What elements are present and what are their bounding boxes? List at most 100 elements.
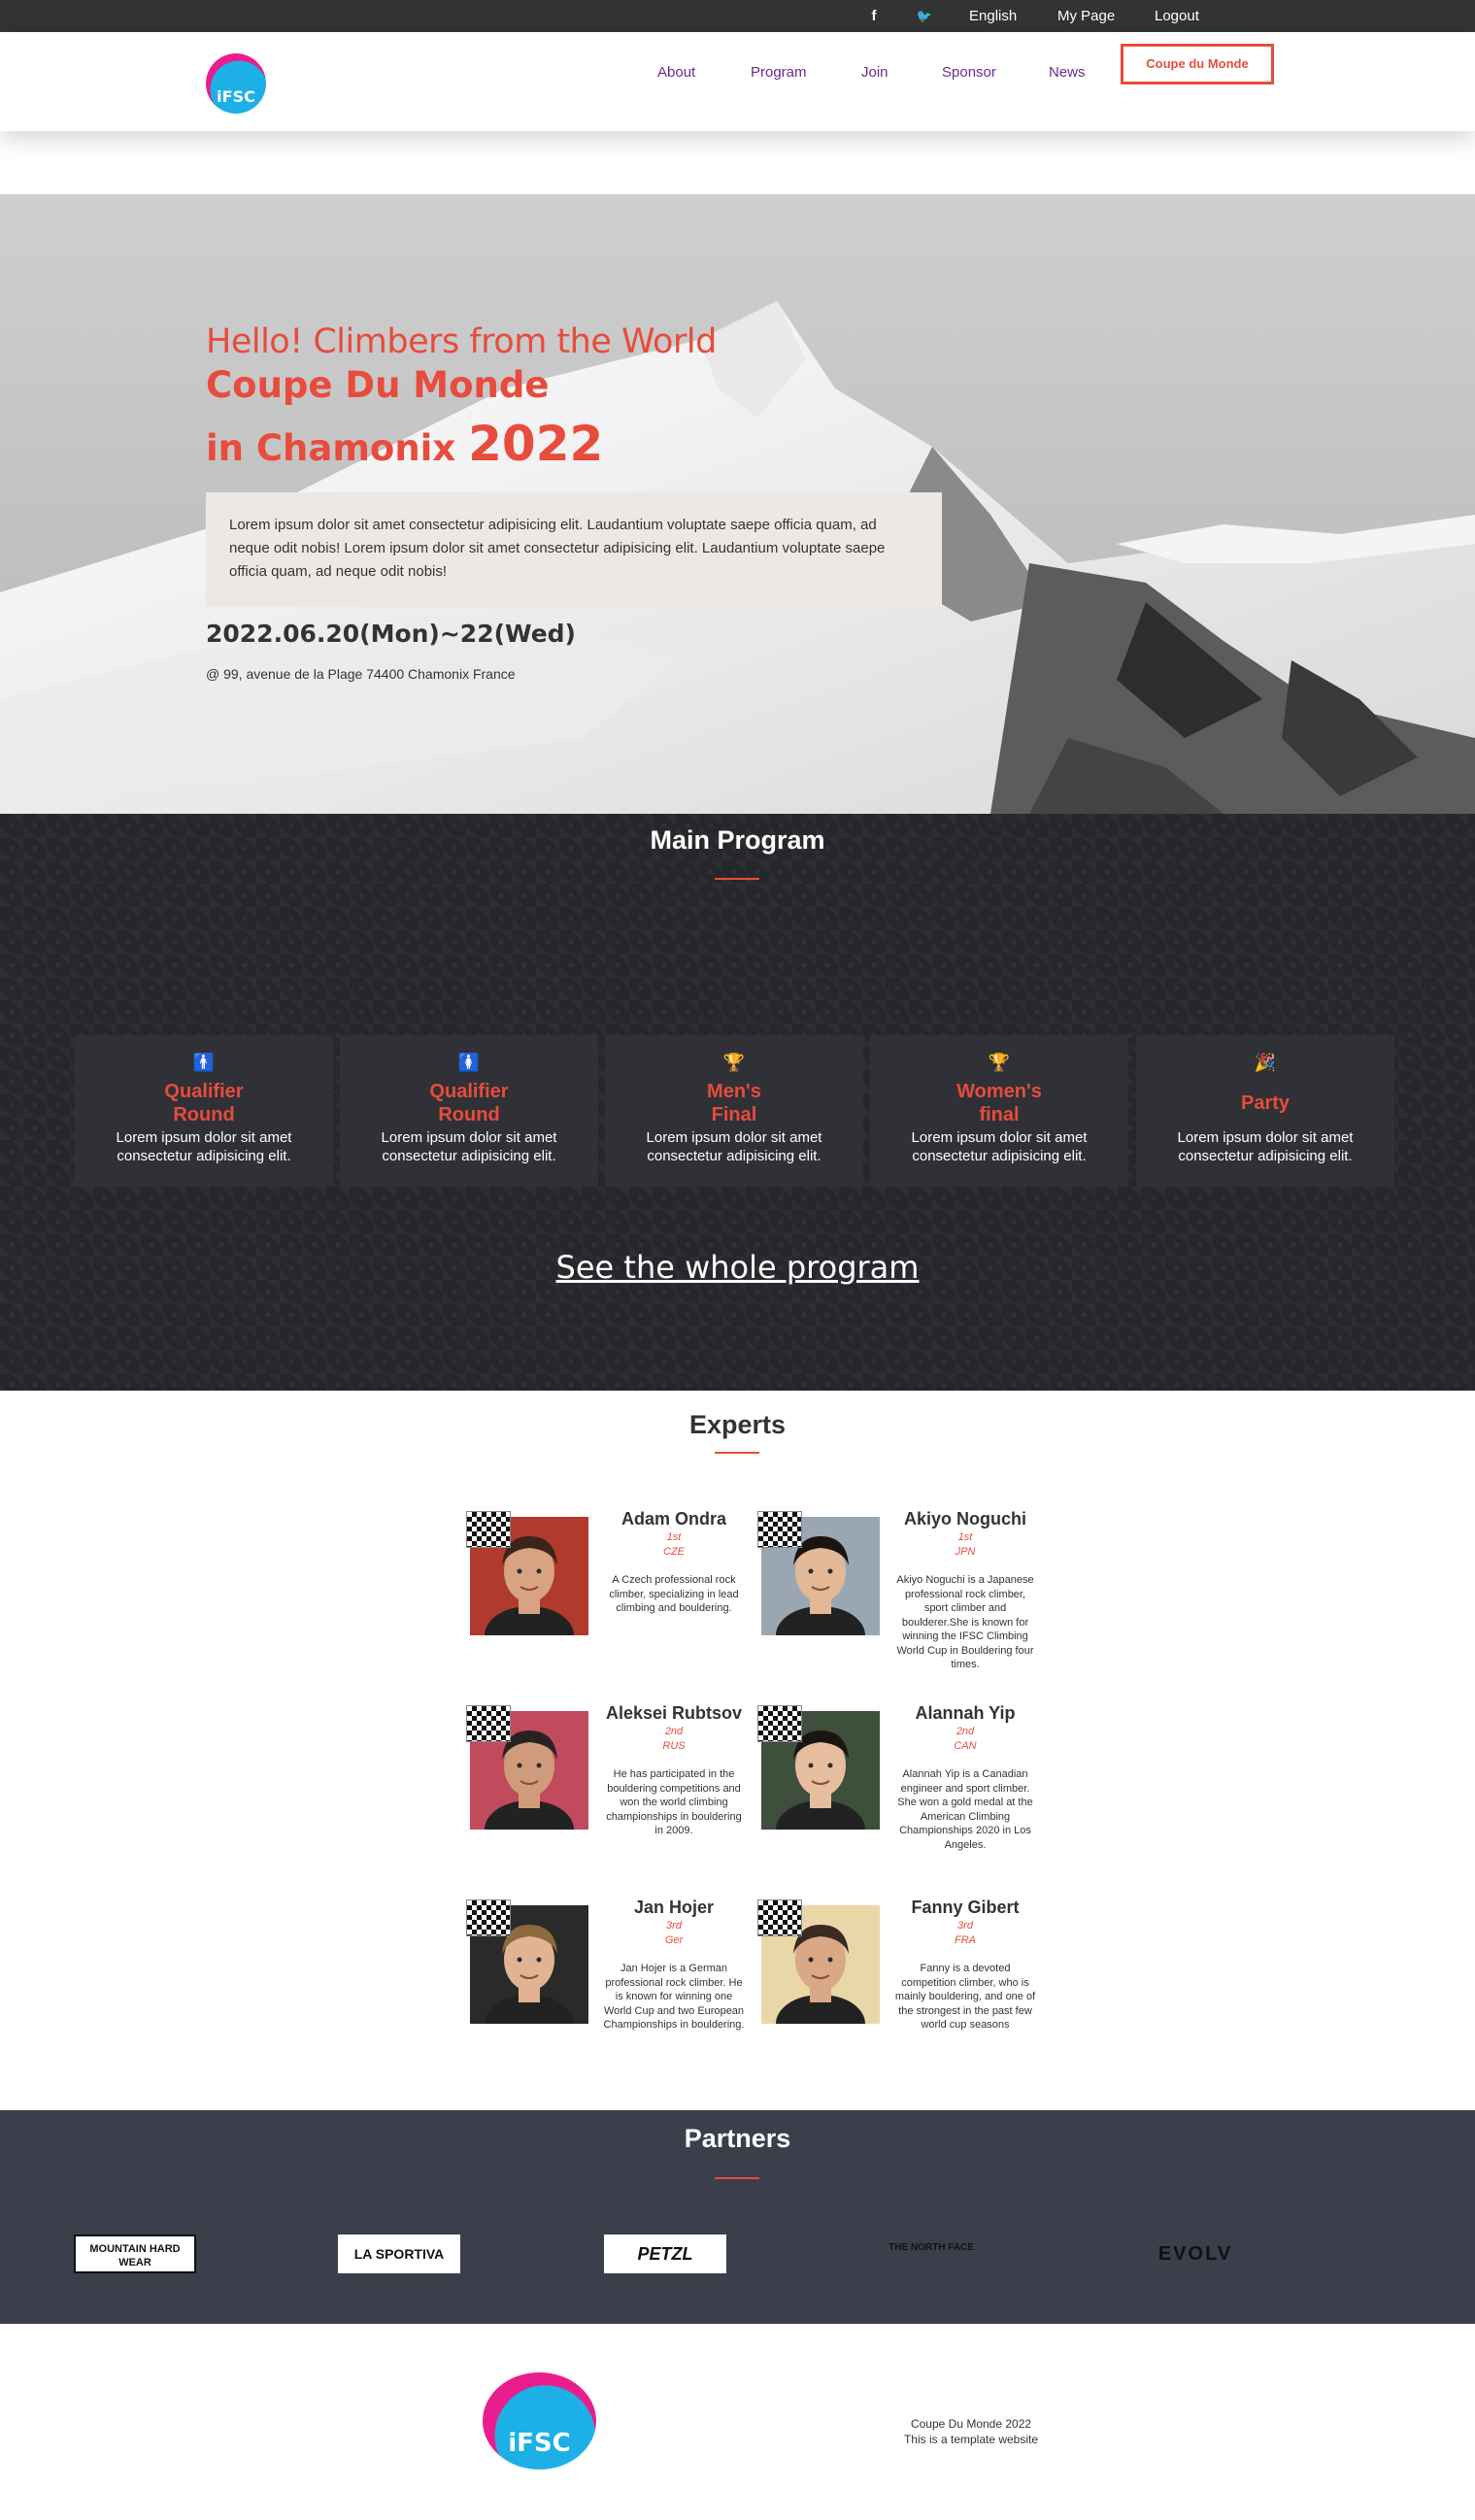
party-icon: 🎉	[1254, 1053, 1277, 1072]
expert-card[interactable]: Aleksei Rubtsov 2nd RUS He has participated…	[466, 1703, 755, 1880]
program-card-title: Qualifier Round	[75, 1080, 333, 1126]
expert-info: Fanny Gibert 3rd FRA Fanny is a devoted com…	[884, 1898, 1047, 2033]
checkered-flag-icon	[757, 1511, 802, 1548]
expert-info: Adam Ondra 1st CZE A Czech professional roc…	[592, 1509, 755, 1616]
hero-location-text: in Chamonix	[206, 427, 469, 469]
expert-country: FRA	[955, 1934, 976, 1946]
nav-news[interactable]: News	[1049, 55, 1086, 90]
title-underline	[715, 878, 759, 880]
program-card-title: Women's final	[870, 1080, 1128, 1126]
hero-year: 2022	[468, 416, 604, 472]
nav-program[interactable]: Program	[751, 55, 807, 90]
expert-name: Alannah Yip	[915, 1703, 1016, 1723]
expert-info: Aleksei Rubtsov 2nd RUS He has participated…	[592, 1703, 755, 1838]
partner-logo-petzl[interactable]: PETZL	[604, 2234, 726, 2273]
expert-bio: Fanny is a devoted competition climber, …	[894, 1963, 1036, 2031]
expert-bio: He has participated in the bouldering co…	[606, 1768, 742, 1836]
expert-card[interactable]: Fanny Gibert 3rd FRA Fanny is a devoted com…	[757, 1898, 1047, 2074]
my-page-link[interactable]: My Page	[1057, 0, 1115, 32]
expert-name: Aleksei Rubtsov	[605, 1703, 743, 1723]
checkered-flag-icon	[466, 1899, 511, 1936]
program-card-title-line: final	[979, 1104, 1020, 1126]
expert-name: Fanny Gibert	[911, 1898, 1020, 1917]
checkered-flag-icon	[757, 1705, 802, 1742]
facebook-icon[interactable]: f	[862, 5, 886, 28]
expert-card[interactable]: Jan Hojer 3rd Ger Jan Hojer is a German pro…	[466, 1898, 755, 2074]
hero-location: in Chamonix 2022	[206, 416, 603, 472]
program-card-title-line: Round	[438, 1104, 500, 1126]
coupe-du-monde-button[interactable]: Coupe du Monde	[1121, 44, 1274, 84]
program-card-title-line: Qualifier	[164, 1081, 244, 1102]
logo-text: iFSC	[508, 2429, 571, 2458]
program-card-title: Qualifier Round	[340, 1080, 598, 1126]
expert-country: CAN	[954, 1740, 977, 1752]
program-card-title-line: Party	[1240, 1092, 1291, 1114]
footer-note: This is a template website	[903, 2433, 1039, 2446]
nav-join[interactable]: Join	[861, 55, 888, 90]
nav-sponsor[interactable]: Sponsor	[942, 55, 996, 90]
expert-rank: 2nd	[955, 1726, 975, 1737]
hero-greeting: Hello! Climbers from the World	[206, 322, 717, 361]
twitter-icon[interactable]: 🐦	[913, 5, 936, 28]
site-header: iFSC About Program Join Sponsor News Cou…	[0, 32, 1475, 131]
expert-name: Adam Ondra	[620, 1509, 727, 1529]
main-program-section: Main Program 🚹 Qualifier Round Lorem ipsu…	[0, 814, 1475, 1391]
expert-card[interactable]: Adam Ondra 1st CZE A Czech professional roc…	[466, 1509, 755, 1686]
expert-bio: Alannah Yip is a Canadian engineer and s…	[897, 1768, 1033, 1851]
expert-card[interactable]: Alannah Yip 2nd CAN Alannah Yip is a Canadi…	[757, 1703, 1047, 1880]
expert-country: RUS	[662, 1740, 686, 1752]
program-card[interactable]: 🎉 Party Lorem ipsum dolor sit amet conse…	[1136, 1035, 1394, 1187]
program-card-desc: Lorem ipsum dolor sit amet consectetur a…	[381, 1129, 557, 1164]
expert-country: JPN	[955, 1546, 976, 1558]
program-card-title: Party	[1136, 1092, 1394, 1115]
expert-rank: 1st	[957, 1531, 973, 1543]
expert-name: Jan Hojer	[633, 1898, 715, 1917]
partner-logo-evolv[interactable]: EVOLV	[1134, 2234, 1257, 2273]
hero-event-name: Coupe Du Monde	[206, 364, 550, 406]
program-card-desc: Lorem ipsum dolor sit amet consectetur a…	[911, 1129, 1088, 1164]
program-card[interactable]: 🚺 Qualifier Round Lorem ipsum dolor sit a…	[340, 1035, 598, 1187]
expert-info: Jan Hojer 3rd Ger Jan Hojer is a German pro…	[592, 1898, 755, 2033]
program-card-title-line: Round	[173, 1104, 235, 1126]
title-underline	[715, 2177, 759, 2179]
expert-info: Akiyo Noguchi 1st JPN Akiyo Noguchi is a Ja…	[884, 1509, 1047, 1672]
see-whole-program-link[interactable]: See the whole program	[0, 1249, 1475, 1286]
program-card-title-line: Qualifier	[429, 1081, 509, 1102]
ifsc-logo[interactable]: iFSC	[206, 53, 266, 114]
expert-name: Akiyo Noguchi	[903, 1509, 1026, 1529]
female-icon: 🚺	[457, 1053, 481, 1072]
partner-logo-mountain-hardwear[interactable]: MOUNTAIN HARD WEAR	[74, 2234, 196, 2273]
program-title: Main Program	[650, 825, 825, 855]
nav-about[interactable]: About	[657, 55, 695, 90]
hero-intro-text: Lorem ipsum dolor sit amet consectetur a…	[206, 492, 942, 607]
program-card-desc: Lorem ipsum dolor sit amet consectetur a…	[646, 1129, 822, 1164]
site-footer: iFSC Coupe Du Monde 2022 This is a templ…	[0, 2324, 1475, 2520]
program-card-title-line: Men's	[707, 1081, 761, 1102]
trophy-icon: 🏆	[988, 1053, 1011, 1072]
top-utility-bar: f 🐦 English My Page Logout	[0, 0, 1475, 32]
ifsc-footer-logo[interactable]: iFSC	[483, 2372, 596, 2470]
expert-country: Ger	[664, 1934, 684, 1946]
program-card[interactable]: 🏆 Women's final Lorem ipsum dolor sit ame…	[870, 1035, 1128, 1187]
expert-card[interactable]: Akiyo Noguchi 1st JPN Akiyo Noguchi is a Ja…	[757, 1509, 1047, 1686]
partners-title: Partners	[684, 2124, 791, 2153]
title-underline	[715, 1452, 759, 1454]
logout-link[interactable]: Logout	[1155, 0, 1199, 32]
experts-title: Experts	[688, 1410, 787, 1439]
expert-rank: 2nd	[664, 1726, 684, 1737]
program-card-desc: Lorem ipsum dolor sit amet consectetur a…	[1177, 1129, 1354, 1164]
footer-copyright: Coupe Du Monde 2022	[910, 2417, 1032, 2431]
expert-bio: A Czech professional rock climber, speci…	[609, 1574, 739, 1614]
expert-rank: 3rd	[666, 1920, 682, 1932]
program-card-title-line: Women's	[956, 1081, 1042, 1102]
checkered-flag-icon	[466, 1511, 511, 1548]
partner-logo-la-sportiva[interactable]: LA SPORTIVA	[338, 2234, 460, 2273]
expert-bio: Jan Hojer is a German professional rock …	[603, 1963, 745, 2031]
program-card[interactable]: 🚹 Qualifier Round Lorem ipsum dolor sit a…	[75, 1035, 333, 1187]
language-link[interactable]: English	[969, 0, 1017, 32]
trophy-icon: 🏆	[722, 1053, 746, 1072]
partners-section: Partners MOUNTAIN HARD WEAR LA SPORTIVA …	[0, 2110, 1475, 2324]
program-card[interactable]: 🏆 Men's Final Lorem ipsum dolor sit amet …	[605, 1035, 863, 1187]
hero-banner: Hello! Climbers from the World Coupe Du …	[0, 194, 1475, 814]
partner-logo-the-north-face[interactable]: THE NORTH FACE	[870, 2234, 992, 2273]
